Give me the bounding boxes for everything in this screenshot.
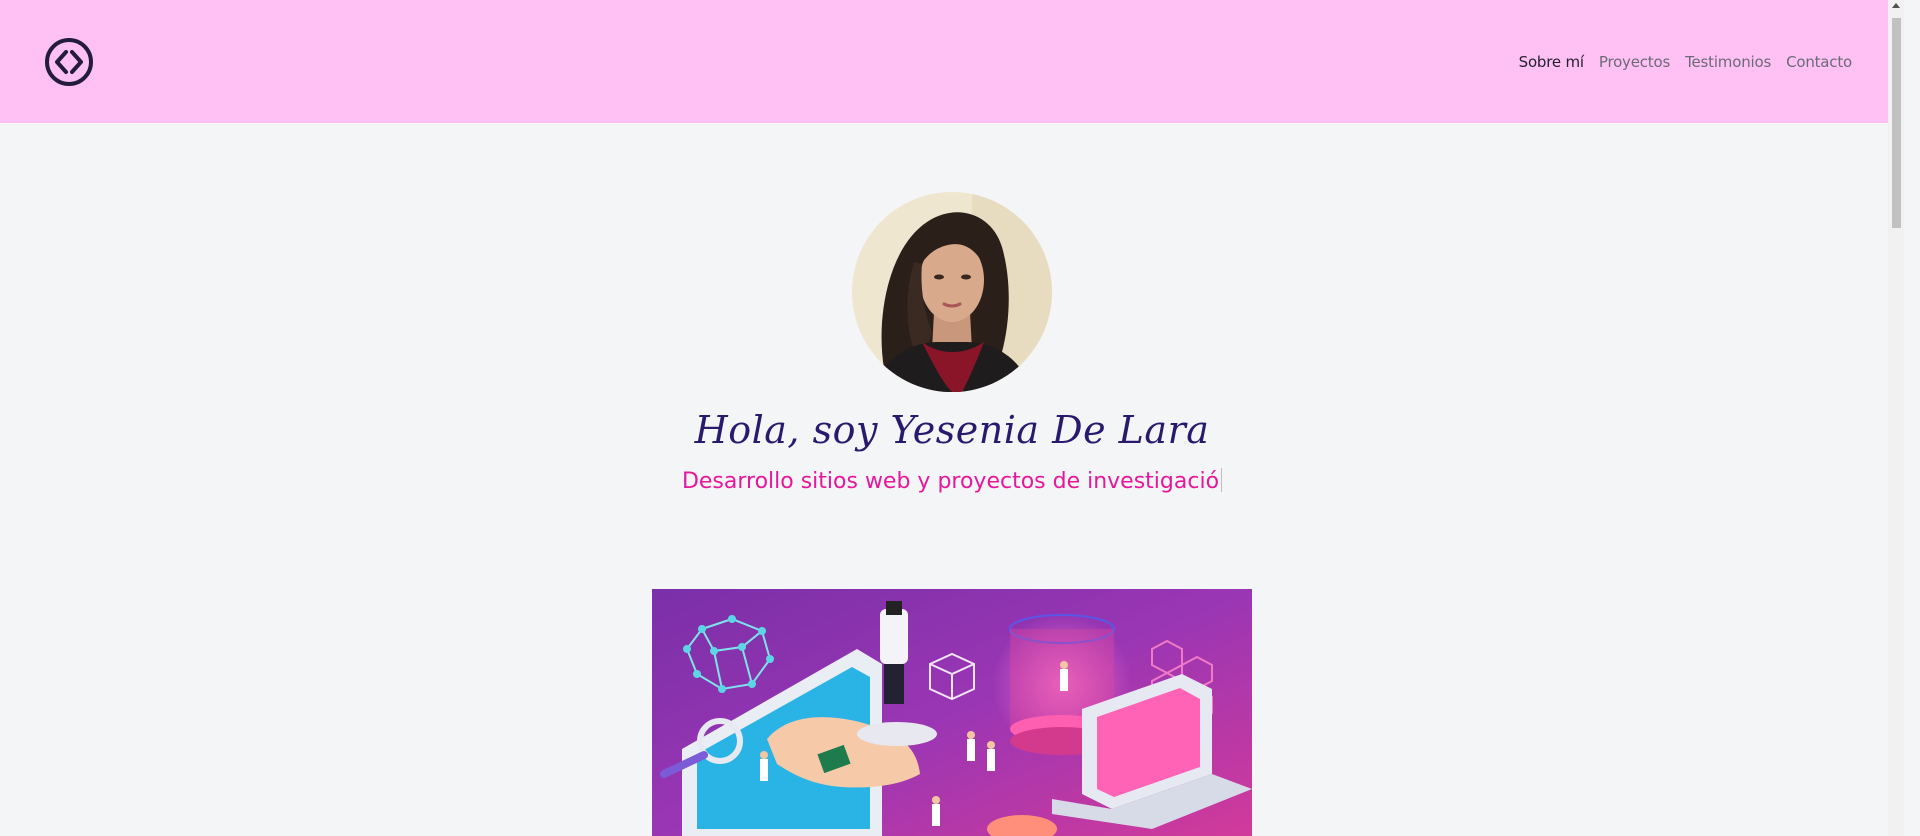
main-nav: Sobre mí Proyectos Testimonios Contacto [1519, 0, 1853, 123]
hero-illustration [652, 589, 1252, 836]
nav-link-testimonios[interactable]: Testimonios [1685, 53, 1771, 71]
scroll-up-arrow-icon[interactable] [1892, 3, 1900, 8]
site-header: Sobre mí Proyectos Testimonios Contacto [0, 0, 1904, 123]
page-scrollbar[interactable] [1888, 0, 1904, 836]
typing-caret [1221, 468, 1223, 492]
nav-link-contacto[interactable]: Contacto [1786, 53, 1852, 71]
nav-link-proyectos[interactable]: Proyectos [1599, 53, 1670, 71]
avatar-photo [852, 192, 1052, 392]
nav-link-sobre-mi[interactable]: Sobre mí [1519, 53, 1584, 71]
science-illustration [652, 589, 1252, 836]
avatar [852, 192, 1052, 392]
logo-icon[interactable] [44, 37, 94, 87]
hero-subtitle: Desarrollo sitios web y proyectos de inv… [0, 468, 1904, 494]
scroll-thumb[interactable] [1892, 18, 1901, 228]
page: Sobre mí Proyectos Testimonios Contacto [0, 0, 1904, 836]
hero-title: Hola, soy Yesenia De Lara [694, 408, 1210, 452]
hero-subtitle-text: Desarrollo sitios web y proyectos de inv… [681, 469, 1220, 494]
